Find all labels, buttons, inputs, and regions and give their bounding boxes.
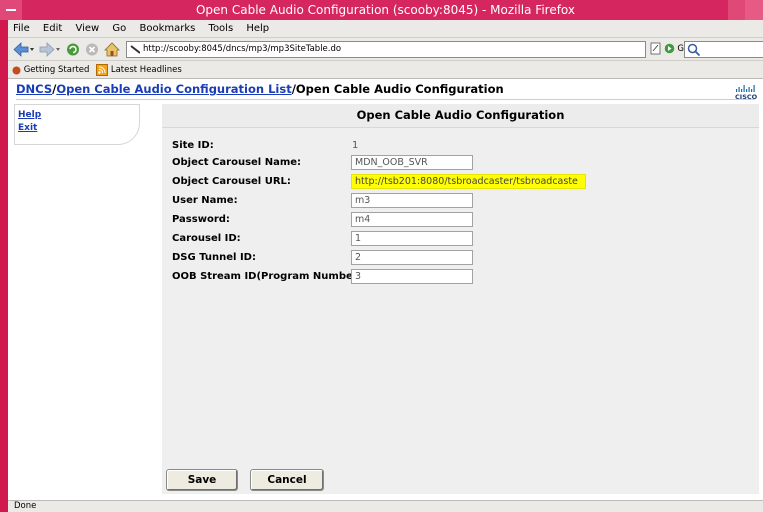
sidebar-link-help[interactable]: Help — [18, 109, 139, 122]
breadcrumb-current: Open Cable Audio Configuration — [295, 82, 504, 96]
menu-tools[interactable]: Tools — [209, 23, 234, 34]
page-content: DNCS/Open Cable Audio Configuration List… — [8, 79, 763, 500]
oob-stream-id-label: OOB Stream ID(Program Number): — [172, 271, 367, 282]
home-button[interactable] — [103, 41, 121, 58]
configuration-form: Open Cable Audio Configuration Site ID: … — [162, 104, 759, 494]
rss-feed-icon — [96, 64, 109, 76]
breadcrumb-link-audio-list[interactable]: Open Cable Audio Configuration List — [56, 82, 291, 96]
menu-edit[interactable]: Edit — [43, 23, 62, 34]
search-icon — [687, 43, 701, 57]
breadcrumb: DNCS/Open Cable Audio Configuration List… — [16, 82, 504, 96]
forward-arrow-icon — [39, 42, 60, 57]
search-input[interactable] — [684, 41, 763, 58]
menu-file[interactable]: File — [13, 23, 30, 34]
title-bar[interactable]: Open Cable Audio Configuration (scooby:8… — [0, 0, 763, 20]
reload-icon — [67, 43, 79, 56]
bookmarks-toolbar: Getting Started Latest Headlines — [8, 61, 763, 79]
forward-button[interactable] — [38, 41, 62, 58]
user-name-label: User Name: — [172, 195, 238, 206]
carousel-url-label: Object Carousel URL: — [172, 176, 291, 187]
back-button[interactable] — [12, 41, 36, 58]
dsg-tunnel-id-label: DSG Tunnel ID: — [172, 252, 256, 263]
window-left-border — [0, 0, 8, 512]
password-input[interactable]: m4 — [351, 212, 473, 227]
carousel-name-label: Object Carousel Name: — [172, 157, 302, 168]
menu-bar: File Edit View Go Bookmarks Tools Help — [8, 20, 763, 38]
status-bar: Done — [8, 500, 763, 512]
window-title: Open Cable Audio Configuration (scooby:8… — [195, 3, 576, 17]
url-bar[interactable]: http://scooby:8045/dncs/mp3/mp3SiteTable… — [126, 41, 646, 58]
carousel-id-label: Carousel ID: — [172, 233, 241, 244]
go-arrow-icon[interactable] — [664, 43, 675, 54]
sidebar: Help Exit — [14, 104, 140, 145]
stop-icon — [86, 43, 98, 56]
menu-view[interactable]: View — [75, 23, 99, 34]
save-button[interactable]: Save — [166, 469, 238, 491]
reload-button[interactable] — [65, 41, 81, 58]
menu-bookmarks[interactable]: Bookmarks — [139, 23, 195, 34]
bookmark-flame-icon — [12, 66, 21, 74]
menu-help[interactable]: Help — [246, 23, 269, 34]
carousel-id-input[interactable]: 1 — [351, 231, 473, 246]
password-label: Password: — [172, 214, 230, 225]
browser-window: Open Cable Audio Configuration (scooby:8… — [0, 0, 763, 512]
menu-go[interactable]: Go — [112, 23, 126, 34]
dsg-tunnel-id-input[interactable]: 2 — [351, 250, 473, 265]
cancel-button[interactable]: Cancel — [250, 469, 324, 491]
maximize-button[interactable] — [745, 0, 763, 20]
page-icon — [650, 42, 661, 55]
cisco-logo: CISCO — [735, 85, 757, 100]
carousel-url-input[interactable]: http://tsb201:8080/tsbroadcaster/tsbroad… — [351, 174, 586, 189]
form-heading: Open Cable Audio Configuration — [162, 104, 759, 128]
minimize-button[interactable] — [728, 0, 746, 20]
bookmark-getting-started[interactable]: Getting Started — [12, 61, 89, 80]
site-favicon-icon — [130, 45, 140, 54]
oob-stream-id-input[interactable]: 3 — [351, 269, 473, 284]
navigation-toolbar: http://scooby:8045/dncs/mp3/mp3SiteTable… — [8, 38, 763, 61]
url-text: http://scooby:8045/dncs/mp3/mp3SiteTable… — [143, 44, 342, 54]
stop-button[interactable] — [84, 41, 100, 58]
home-icon — [104, 42, 120, 57]
back-arrow-icon — [13, 42, 34, 57]
bookmark-latest-headlines[interactable]: Latest Headlines — [96, 61, 182, 80]
sidebar-link-exit[interactable]: Exit — [18, 122, 139, 135]
site-id-value: 1 — [352, 140, 359, 151]
status-text: Done — [14, 501, 37, 511]
window-menu-button[interactable] — [0, 0, 22, 20]
bookmark-label: Latest Headlines — [110, 65, 182, 75]
breadcrumb-link-dncs[interactable]: DNCS — [16, 82, 52, 96]
user-name-input[interactable]: m3 — [351, 193, 473, 208]
carousel-name-input[interactable]: MDN_OOB_SVR — [351, 155, 473, 170]
site-id-label: Site ID: — [172, 140, 214, 151]
bookmark-label: Getting Started — [23, 65, 90, 75]
header-divider — [16, 99, 755, 100]
